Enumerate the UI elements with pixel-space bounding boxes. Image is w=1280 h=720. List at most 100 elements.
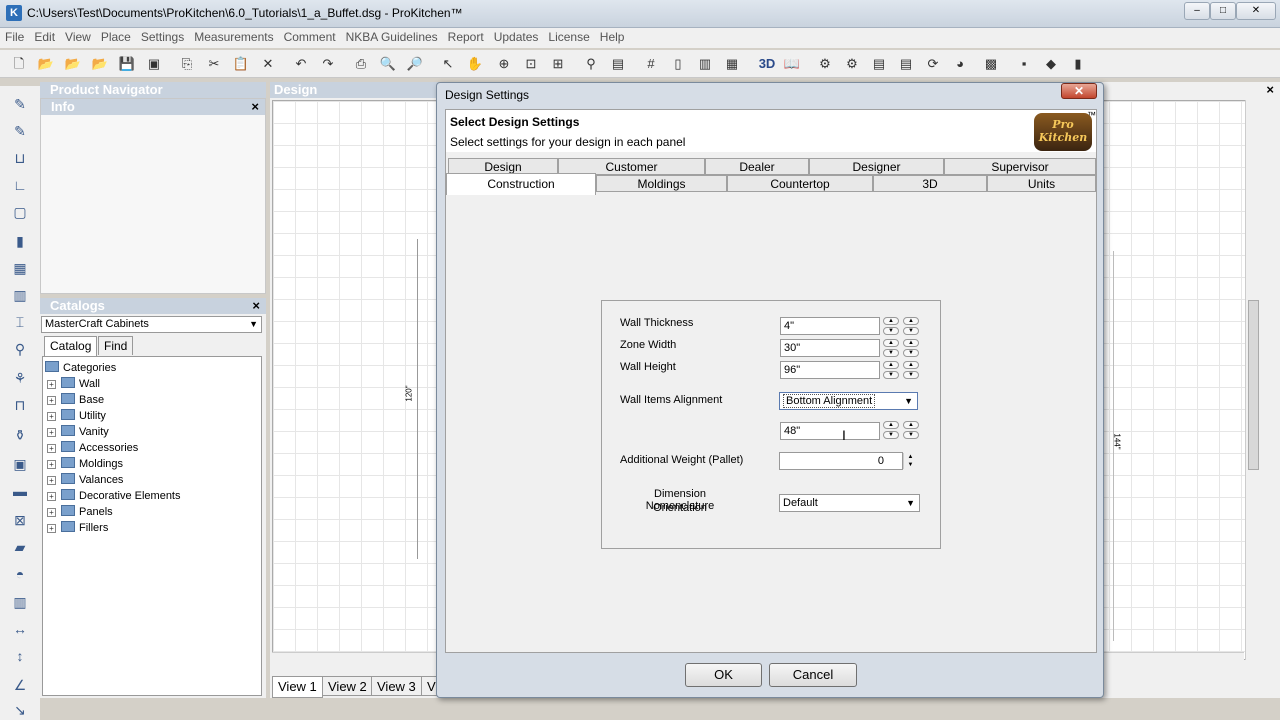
find-icon[interactable]: ⚲ xyxy=(582,55,600,73)
light-fixture-icon[interactable]: ⚘ xyxy=(10,368,30,388)
wall-items-alignment-select[interactable]: Bottom Alignment ▼ xyxy=(779,392,918,410)
counter-icon[interactable]: ◓ xyxy=(10,564,30,584)
render-icon[interactable]: ◕ xyxy=(951,55,969,73)
vase-icon[interactable]: ⚱ xyxy=(10,425,30,445)
alignment-height-up-icon-2[interactable]: ▲ xyxy=(903,421,919,429)
grid-icon[interactable]: # xyxy=(642,55,660,73)
zoom-in-icon[interactable]: ⊕ xyxy=(495,55,513,73)
menu-place[interactable]: Place xyxy=(96,28,136,46)
zone-width-up-icon-2[interactable]: ▲ xyxy=(903,339,919,347)
select-pointer-icon[interactable]: ↖ xyxy=(439,55,457,73)
faucet-icon[interactable]: ⚲ xyxy=(10,339,30,359)
tab-units[interactable]: Units xyxy=(987,175,1096,192)
tree-item-panels[interactable]: + Panels xyxy=(47,504,113,520)
line-icon[interactable]: ↘ xyxy=(10,700,30,720)
ruler-icon[interactable]: ▩ xyxy=(982,55,1000,73)
vertical-dimension-icon[interactable]: ↕ xyxy=(10,646,30,666)
catalog-book-icon[interactable]: ◆ xyxy=(1042,55,1060,73)
zone-width-down-icon-2[interactable]: ▼ xyxy=(903,349,919,357)
wall-thickness-up-icon-2[interactable]: ▲ xyxy=(903,317,919,325)
properties-icon[interactable]: ▣ xyxy=(145,55,163,73)
settings-icon[interactable]: ⚙ xyxy=(816,55,834,73)
panel-icon[interactable]: ▰ xyxy=(10,537,30,557)
open-folder-icon-3[interactable]: 📂 xyxy=(91,55,109,73)
tab-view-1[interactable]: View 1 xyxy=(272,676,323,698)
pan-hand-icon[interactable]: ✋ xyxy=(466,55,484,73)
copy-icon[interactable]: ⎘ xyxy=(178,55,196,73)
molding-icon[interactable]: ▬ xyxy=(10,481,30,501)
delete-icon[interactable]: ✕ xyxy=(259,55,277,73)
refresh-icon[interactable]: ⟳ xyxy=(924,55,942,73)
menu-comment[interactable]: Comment xyxy=(279,28,341,46)
horizontal-dimension-icon[interactable]: ↔ xyxy=(10,619,30,639)
ok-button[interactable]: OK xyxy=(685,663,762,687)
tab-catalog[interactable]: Catalog xyxy=(44,336,98,356)
menu-report[interactable]: Report xyxy=(443,28,489,46)
tree-item-vanity[interactable]: + Vanity xyxy=(47,424,109,440)
report-icon-2[interactable]: ▤ xyxy=(897,55,915,73)
catalog-icon[interactable]: ▤ xyxy=(609,55,627,73)
menu-file[interactable]: File xyxy=(0,28,29,46)
expand-icon[interactable]: + xyxy=(47,492,56,501)
page-icon[interactable]: ▯ xyxy=(669,55,687,73)
tab-construction[interactable]: Construction xyxy=(446,173,596,195)
menu-license[interactable]: License xyxy=(543,28,594,46)
menu-view[interactable]: View xyxy=(60,28,96,46)
tab-countertop[interactable]: Countertop xyxy=(727,175,873,192)
tab-supervisor[interactable]: Supervisor xyxy=(944,158,1096,175)
wall-thickness-down-icon-2[interactable]: ▼ xyxy=(903,327,919,335)
menu-help[interactable]: Help xyxy=(595,28,630,46)
open-folder-icon-2[interactable]: 📂 xyxy=(64,55,82,73)
tab-designer[interactable]: Designer xyxy=(809,158,944,175)
menu-edit[interactable]: Edit xyxy=(29,28,60,46)
print-setup-icon[interactable]: 🔎 xyxy=(406,55,424,73)
tree-item-decorative-elements[interactable]: + Decorative Elements xyxy=(47,488,181,504)
zone-width-field[interactable]: 30" xyxy=(780,339,880,357)
cabinet-icon[interactable]: ▥ xyxy=(10,285,30,305)
expand-icon[interactable]: + xyxy=(47,428,56,437)
cut-icon[interactable]: ✂ xyxy=(205,55,223,73)
window-icon[interactable]: ▦ xyxy=(10,258,30,278)
table-icon[interactable]: ⊓ xyxy=(10,395,30,415)
catalogs-close-icon[interactable]: × xyxy=(252,298,260,314)
additional-weight-spinner[interactable]: ▲ ▼ xyxy=(903,453,917,469)
tab-3d[interactable]: 3D xyxy=(873,175,987,192)
scrollbar-thumb[interactable] xyxy=(1248,300,1259,470)
u-shape-room-icon[interactable]: ⊔ xyxy=(10,148,30,168)
wall-thickness-up-icon[interactable]: ▲ xyxy=(883,317,899,325)
catalog-dropdown[interactable]: MasterCraft Cabinets ▼ xyxy=(41,316,262,333)
alignment-height-up-icon[interactable]: ▲ xyxy=(883,421,899,429)
wall-thickness-down-icon[interactable]: ▼ xyxy=(883,327,899,335)
wall-height-up-icon-2[interactable]: ▲ xyxy=(903,361,919,369)
draw-pencil-icon-2[interactable]: ✎ xyxy=(10,121,30,141)
film-icon[interactable]: ▮ xyxy=(1069,55,1087,73)
perspective-icon[interactable]: ▦ xyxy=(723,55,741,73)
alignment-height-field[interactable]: 48" xyxy=(780,422,880,440)
print-icon[interactable]: ⎙ xyxy=(352,55,370,73)
expand-icon[interactable]: + xyxy=(47,380,56,389)
tree-root[interactable]: Categories xyxy=(45,360,116,376)
menu-updates[interactable]: Updates xyxy=(489,28,544,46)
tree-item-valances[interactable]: + Valances xyxy=(47,472,123,488)
tab-view-2[interactable]: View 2 xyxy=(322,676,373,696)
wall-height-up-icon[interactable]: ▲ xyxy=(883,361,899,369)
tree-item-fillers[interactable]: + Fillers xyxy=(47,520,108,536)
rectangle-room-icon[interactable]: ▢ xyxy=(10,202,30,222)
box-icon[interactable]: ▣ xyxy=(10,454,30,474)
wall-thickness-field[interactable]: 4" xyxy=(780,317,880,335)
menu-measurements[interactable]: Measurements xyxy=(189,28,278,46)
expand-icon[interactable]: + xyxy=(47,412,56,421)
report-icon[interactable]: ▤ xyxy=(870,55,888,73)
elevation-icon[interactable]: ▥ xyxy=(696,55,714,73)
tab-view-3[interactable]: View 3 xyxy=(371,676,422,696)
zoom-extents-icon[interactable]: ⊞ xyxy=(549,55,567,73)
draw-pencil-icon[interactable]: ✎ xyxy=(10,94,30,114)
3d-view-icon[interactable]: 3D xyxy=(756,55,778,73)
expand-icon[interactable]: + xyxy=(47,460,56,469)
settings-icon-2[interactable]: ⚙ xyxy=(843,55,861,73)
new-file-icon[interactable]: 🗋 xyxy=(10,55,28,73)
book-icon[interactable]: 📖 xyxy=(783,55,801,73)
info-close-icon[interactable]: × xyxy=(251,99,259,115)
tab-find[interactable]: Find xyxy=(98,336,134,355)
dimension-orientation-select[interactable]: Default ▼ xyxy=(779,494,920,512)
